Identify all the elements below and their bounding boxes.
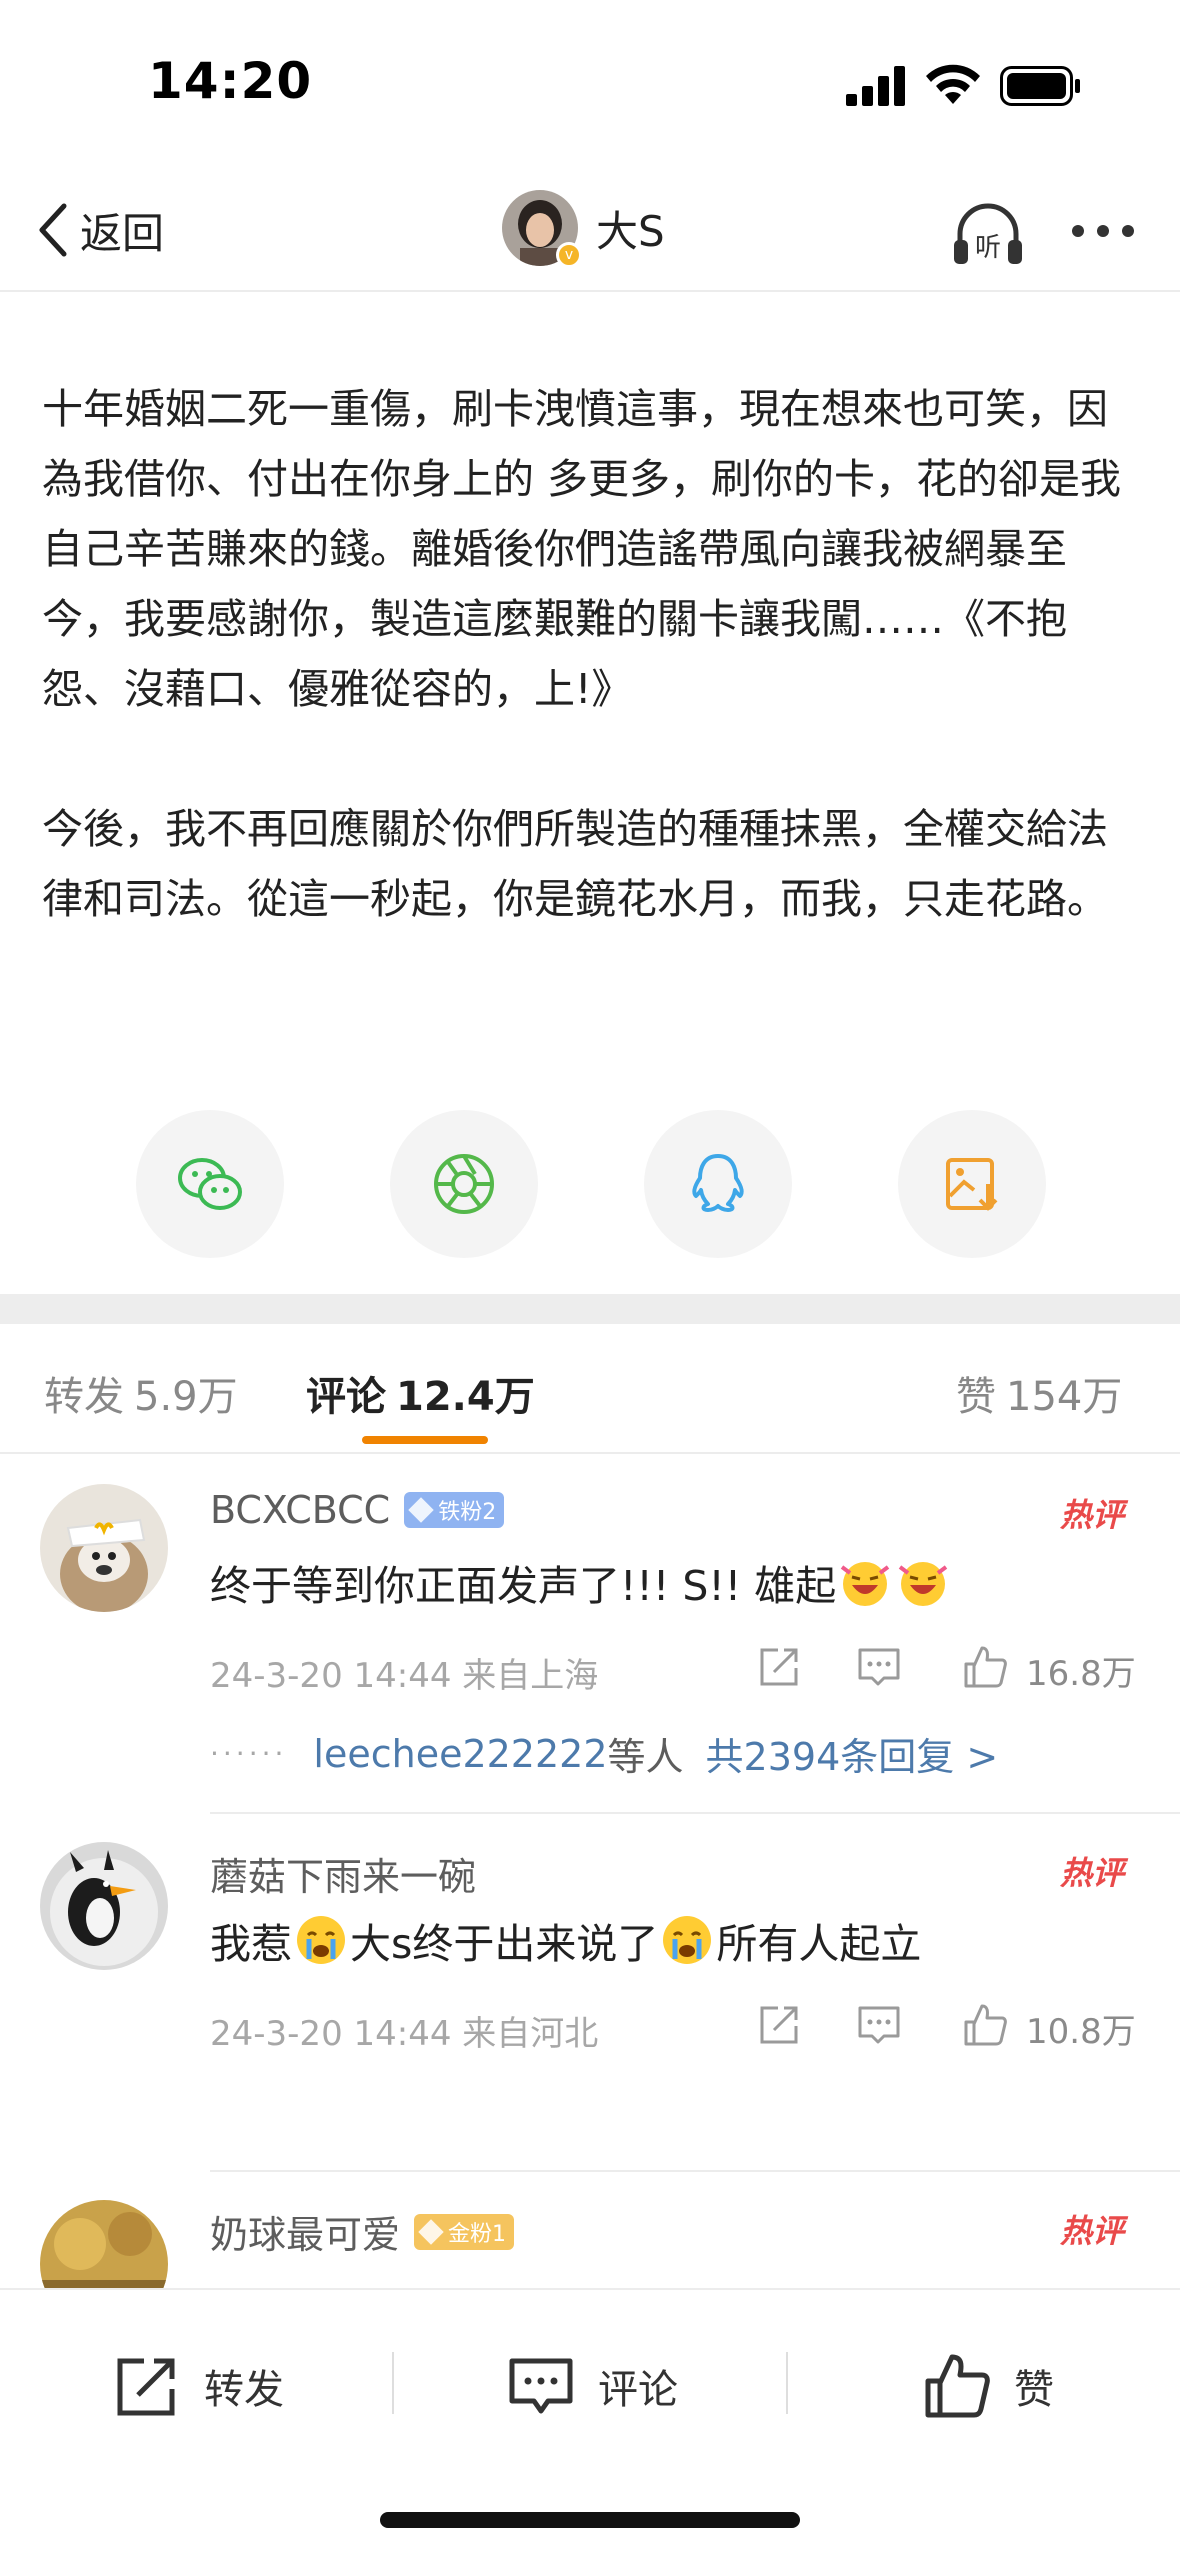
like-count: 16.8万 [1026,1654,1136,1694]
fan-badge: 铁粉2 [404,1492,505,1528]
replies-summary[interactable]: ······ leechee222222 等人 共2394条回复 > [210,1726,998,1781]
fan-badge-label: 金粉1 [448,2221,507,2247]
reply-comment-icon[interactable] [856,2002,902,2048]
listen-headphones-icon[interactable]: 听 [950,196,1026,272]
post-tabs: 转发 5.9万 评论 12.4万 赞 154万 [0,1324,1180,1454]
home-indicator [380,2512,800,2528]
commenter-name-row: 蘑菇下雨来一碗 [210,1846,476,1901]
crying-laughing-emoji-icon [841,1562,890,1606]
comment-text-part: 我惹 [210,1920,292,1968]
repost-button[interactable]: 转发 [112,2346,284,2426]
moments-icon [434,1154,494,1214]
diamond-icon [418,2218,444,2245]
crying-emoji-icon [297,1916,345,1964]
comment-text-part: 终于等到你正面发声了!!! S!! 雄起 [210,1562,837,1610]
reply-mid: 等人 [607,1735,684,1779]
status-time: 14:20 [148,52,313,110]
commenter-name[interactable]: BCXCBCC [210,1488,390,1532]
status-bar: 14:20 [0,0,1180,170]
share-comment-icon[interactable] [756,2002,802,2048]
share-moments-button[interactable] [390,1110,538,1258]
like-comment-icon[interactable] [962,2002,1008,2048]
verified-badge-icon: v [556,242,582,268]
post-paragraph: 十年婚姻二死一重傷，刷卡洩憤這事，現在想來也可笑，因為我借你、付出在你身上的 多… [42,385,1122,713]
comment-text: 我惹 大s终于出来说了 所有人起立 [210,1910,921,1970]
comment-label: 评论 [598,2367,678,2413]
comment-button[interactable]: 评论 [506,2346,678,2426]
repost-label: 转发 [204,2367,284,2413]
commenter-name-row: 奶球最可爱 金粉1 [210,2204,515,2259]
commenter-name[interactable]: 奶球最可爱 [210,2204,400,2259]
crying-emoji-icon [663,1916,712,1964]
active-tab-indicator [362,1436,488,1444]
comment-text-part: 大s终于出来说了 [350,1920,659,1968]
save-image-button[interactable] [898,1110,1046,1258]
like-count: 10.8万 [1026,2012,1136,2052]
toolbar-divider [392,2352,394,2414]
chevron-left-icon [39,203,67,257]
tab-repost-label: 转发 [44,1374,124,1420]
comment-separator [210,2170,1180,2172]
tab-likes-label: 赞 [956,1374,996,1420]
battery-icon [1000,66,1080,106]
nav-bar: 返回 v 大S 听 [0,170,1180,292]
hot-comment-tag: 热评 [1060,2212,1125,2250]
tab-likes[interactable]: 赞 154万 [956,1364,1122,1422]
comment-time-location: 24-3-20 14:44 来自上海 [210,1656,599,1696]
author-header[interactable]: v 大S [502,190,665,268]
wechat-icon [178,1158,242,1210]
cellular-signal-icon [846,66,905,106]
reply-user[interactable]: leechee222222 [313,1732,607,1776]
back-label: 返回 [80,208,165,258]
crying-laughing-emoji-icon [899,1562,948,1606]
commenter-name[interactable]: 蘑菇下雨来一碗 [210,1846,476,1901]
share-qq-button[interactable] [644,1110,792,1258]
svg-text:听: 听 [975,233,1001,263]
repost-icon [117,2358,175,2416]
tab-likes-count: 154万 [1006,1374,1123,1420]
comment-actions: 16.8万 [756,1644,1146,1694]
comment-icon [509,2358,573,2414]
tab-repost-count: 5.9万 [134,1374,238,1420]
hot-comment-tag: 热评 [1060,1496,1125,1534]
fan-badge: 金粉1 [414,2213,515,2250]
like-comment-icon[interactable] [962,1644,1008,1690]
commenter-avatar[interactable] [40,1484,168,1612]
commenter-avatar[interactable] [40,1842,168,1970]
hot-comment-tag: 热评 [1060,1854,1125,1892]
comment-text: 终于等到你正面发声了!!! S!! 雄起 [210,1552,952,1612]
more-options-icon[interactable] [1068,220,1138,242]
section-divider [0,1294,1180,1324]
like-icon [925,2354,990,2418]
qq-icon [692,1154,744,1212]
comment-actions: 10.8万 [756,2002,1146,2052]
toolbar-divider [786,2352,788,2414]
tab-comments-label: 评论 [306,1374,386,1420]
tab-repost[interactable]: 转发 5.9万 [44,1364,238,1422]
author-avatar[interactable]: v [502,190,582,268]
share-wechat-button[interactable] [136,1110,284,1258]
comment-text-part: 所有人起立 [716,1920,922,1968]
save-image-icon [946,1158,998,1211]
like-button[interactable]: 赞 [922,2346,1054,2426]
tab-comments[interactable]: 评论 12.4万 [306,1364,535,1422]
reply-dots: ······ [210,1737,288,1770]
reply-count-link[interactable]: 共2394条回复 > [706,1726,999,1781]
diamond-icon [408,1497,434,1523]
author-name: 大S [596,206,665,256]
post-content: 十年婚姻二死一重傷，刷卡洩憤這事，現在想來也可笑，因為我借你、付出在你身上的 多… [42,374,1142,934]
commenter-name-row: BCXCBCC 铁粉2 [210,1488,505,1532]
like-label: 赞 [1014,2367,1054,2413]
comment-time-location: 24-3-20 14:44 来自河北 [210,2014,599,2054]
reply-comment-icon[interactable] [856,1644,902,1690]
share-row [0,1110,1180,1258]
wifi-icon [926,64,980,104]
share-comment-icon[interactable] [756,1644,802,1690]
tab-comments-count: 12.4万 [396,1374,535,1420]
back-button[interactable]: 返回 [34,198,164,262]
post-paragraph: 今後，我不再回應關於你們所製造的種種抹黑，全權交給法律和司法。從這一秒起，你是鏡… [42,805,1108,923]
comment-separator [210,1812,1180,1814]
fan-badge-label: 铁粉2 [438,1500,497,1525]
